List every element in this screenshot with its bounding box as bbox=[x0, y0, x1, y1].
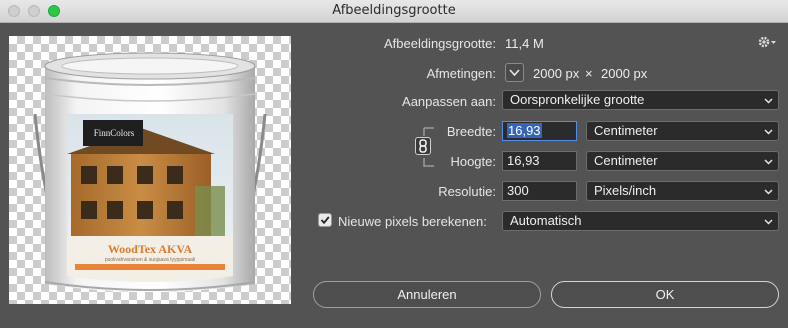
width-input[interactable]: 16,93 bbox=[502, 121, 577, 141]
dimensions-width: 2000 px bbox=[533, 66, 580, 81]
resolution-input[interactable]: 300 bbox=[502, 181, 577, 201]
resolution-label: Resolutie: bbox=[438, 184, 496, 199]
resolution-unit-dropdown[interactable]: Pixels/inch bbox=[586, 181, 779, 201]
ok-button[interactable]: OK bbox=[551, 281, 779, 308]
product-name: WoodTex AKVA bbox=[107, 242, 193, 256]
width-unit-dropdown[interactable]: Centimeter bbox=[586, 121, 779, 141]
image-size-dialog: Afbeeldingsgrootte FinnColors WoodTex AK… bbox=[0, 0, 788, 328]
resample-method-value: Automatisch bbox=[510, 213, 582, 228]
product-can-image bbox=[33, 52, 267, 292]
gear-icon bbox=[758, 36, 776, 48]
height-label: Hoogte: bbox=[450, 154, 496, 169]
image-size-label: Afbeeldingsgrootte: bbox=[383, 36, 496, 51]
fit-to-label: Aanpassen aan: bbox=[402, 94, 496, 109]
window-title: Afbeeldingsgrootte bbox=[332, 3, 456, 18]
height-unit-dropdown[interactable]: Centimeter bbox=[586, 151, 779, 171]
resample-method-dropdown[interactable]: Automatisch bbox=[502, 211, 779, 231]
settings-menu[interactable] bbox=[757, 34, 777, 50]
chevron-down-icon bbox=[764, 159, 773, 165]
image-preview[interactable]: FinnColors WoodTex AKVA puolivahvarainen… bbox=[9, 36, 291, 304]
resolution-value: 300 bbox=[507, 183, 529, 198]
product-brand: FinnColors bbox=[93, 128, 135, 138]
constrain-proportions-toggle[interactable] bbox=[415, 137, 431, 155]
cancel-button[interactable]: Annuleren bbox=[313, 281, 541, 308]
title-bar: Afbeeldingsgrootte bbox=[0, 0, 788, 23]
width-label: Breedte: bbox=[446, 124, 496, 139]
height-value: 16,93 bbox=[507, 153, 540, 168]
fit-to-value: Oorspronkelijke grootte bbox=[510, 92, 645, 107]
resolution-unit-value: Pixels/inch bbox=[594, 183, 657, 198]
dimensions-height: 2000 px bbox=[601, 66, 648, 81]
chevron-down-icon bbox=[764, 189, 773, 195]
chain-link-icon bbox=[419, 139, 427, 153]
checkmark-icon bbox=[320, 216, 330, 225]
chevron-down-icon bbox=[509, 69, 520, 77]
product-tagline: puolivahvarainen & suojaava tyyppimaali bbox=[104, 257, 196, 263]
fit-to-dropdown[interactable]: Oorspronkelijke grootte bbox=[502, 90, 779, 110]
height-unit-value: Centimeter bbox=[594, 153, 658, 168]
width-unit-value: Centimeter bbox=[594, 123, 658, 138]
chevron-down-icon bbox=[764, 219, 773, 225]
dimensions-label: Afmetingen: bbox=[426, 66, 496, 81]
chevron-down-icon bbox=[764, 129, 773, 135]
dimensions-separator: × bbox=[585, 66, 593, 81]
dimensions-unit-menu[interactable] bbox=[505, 63, 524, 82]
resample-checkbox[interactable] bbox=[318, 213, 332, 227]
width-value: 16,93 bbox=[507, 123, 542, 138]
chevron-down-icon bbox=[764, 98, 773, 104]
resample-label[interactable]: Nieuwe pixels berekenen: bbox=[338, 214, 487, 229]
image-size-value: 11,4 M bbox=[505, 36, 544, 51]
height-input[interactable]: 16,93 bbox=[502, 151, 577, 171]
